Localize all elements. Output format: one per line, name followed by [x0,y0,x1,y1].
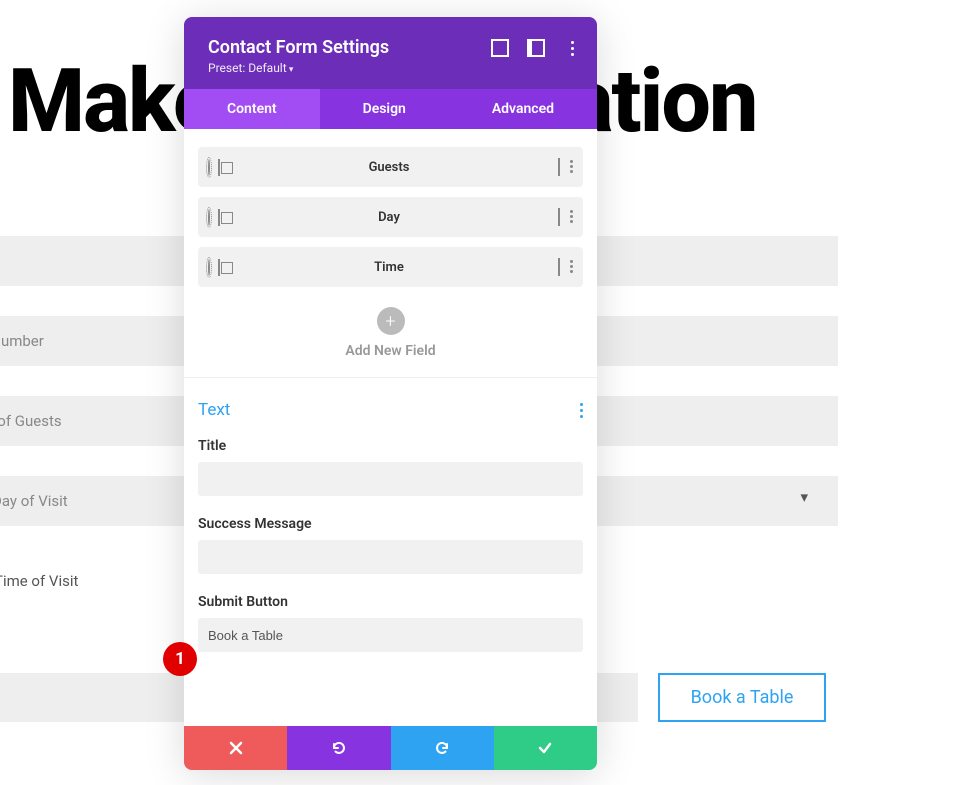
field-label: Guests [220,160,558,175]
settings-modal: Contact Form Settings Preset: Default Co… [184,17,597,770]
add-field-label: Add New Field [184,343,597,359]
field-row-day[interactable]: Day [198,197,583,237]
submit-input[interactable] [198,618,583,652]
undo-icon [330,739,348,757]
trash-icon[interactable] [558,210,560,225]
add-field-button[interactable]: + [377,307,405,335]
chevron-down-icon: ▾ [800,488,808,506]
annotation-badge: 1 [163,642,197,676]
copy-icon[interactable] [218,260,220,275]
modal-footer [184,726,597,770]
title-input[interactable] [198,462,583,496]
close-icon [229,741,243,755]
copy-icon[interactable] [218,210,220,225]
more-icon[interactable] [570,260,573,275]
field-label: Time [220,260,558,275]
copy-icon[interactable] [218,160,220,175]
more-icon[interactable] [563,39,581,57]
tab-advanced[interactable]: Advanced [449,89,597,129]
tab-design[interactable]: Design [320,89,449,129]
trash-icon[interactable] [558,260,560,275]
check-icon [537,740,553,756]
text-section-title[interactable]: Text [198,400,230,420]
modal-header: Contact Form Settings Preset: Default [184,17,597,89]
redo-icon [433,739,451,757]
redo-button[interactable] [391,726,494,770]
tab-content[interactable]: Content [184,89,320,129]
save-button[interactable] [494,726,597,770]
more-icon[interactable] [570,160,573,175]
more-icon[interactable] [570,210,573,225]
more-icon[interactable] [580,403,583,418]
gear-icon[interactable] [208,160,210,175]
success-input[interactable] [198,540,583,574]
undo-button[interactable] [287,726,390,770]
title-label: Title [198,438,583,454]
trash-icon[interactable] [558,160,560,175]
gear-icon[interactable] [208,260,210,275]
field-label: Day [220,210,558,225]
field-row-time[interactable]: Time [198,247,583,287]
gear-icon[interactable] [208,210,210,225]
expand-icon[interactable] [491,39,509,57]
field-row-guests[interactable]: Guests [198,147,583,187]
submit-label: Submit Button [198,594,583,610]
preset-dropdown[interactable]: Preset: Default [208,61,573,75]
close-button[interactable] [184,726,287,770]
success-label: Success Message [198,516,583,532]
modal-tabs: Content Design Advanced [184,89,597,129]
book-table-button[interactable]: Book a Table [658,673,826,722]
snap-icon[interactable] [527,39,545,57]
